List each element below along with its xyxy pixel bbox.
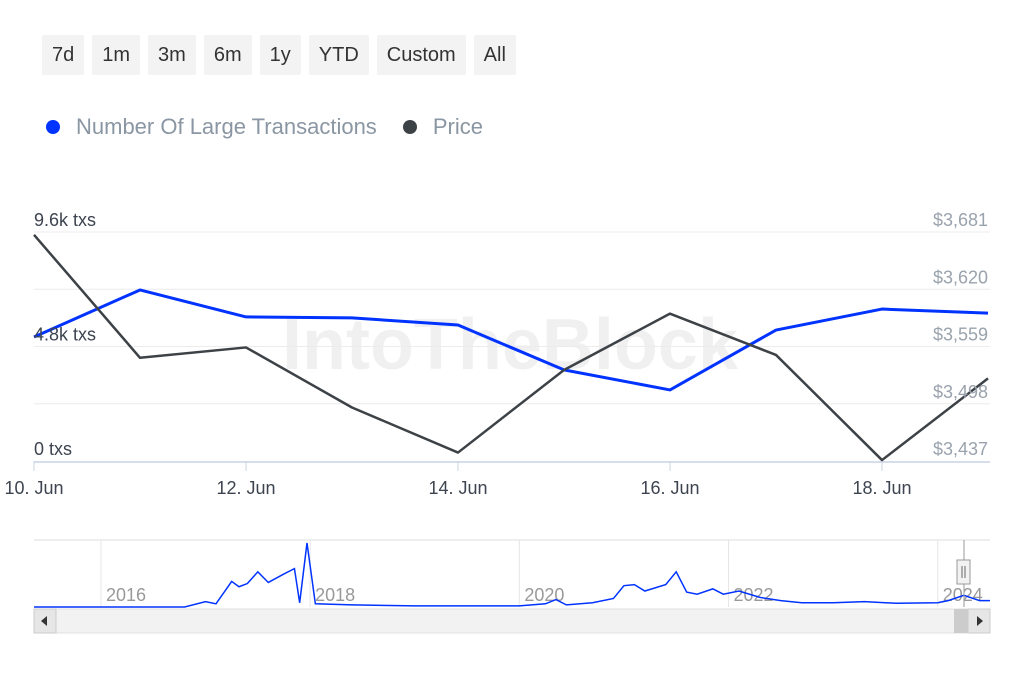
scrollbar-track[interactable]	[33, 608, 991, 634]
right-axis-tick: $3,620	[933, 267, 988, 287]
right-axis-tick: $3,681	[933, 210, 988, 230]
x-axis-tick: 16. Jun	[640, 478, 699, 498]
navigator-handle[interactable]	[956, 559, 971, 585]
x-axis-tick: 12. Jun	[216, 478, 275, 498]
right-axis-tick: $3,437	[933, 439, 988, 459]
left-axis-tick: 0 txs	[34, 439, 72, 459]
x-axis-tick: 18. Jun	[852, 478, 911, 498]
right-axis-tick: $3,559	[933, 325, 988, 345]
scrollbar-thumb[interactable]	[954, 609, 968, 633]
left-axis-tick: 9.6k txs	[34, 210, 96, 230]
right-axis-tick: $3,498	[933, 382, 988, 402]
left-axis-tick: 4.8k txs	[34, 325, 96, 345]
x-axis-tick: 10. Jun	[4, 478, 63, 498]
chart: IntoTheBlock $3,437$3,498$3,559$3,620$3,…	[4, 210, 991, 634]
navigator-mask	[34, 540, 964, 607]
x-axis-tick: 14. Jun	[428, 478, 487, 498]
